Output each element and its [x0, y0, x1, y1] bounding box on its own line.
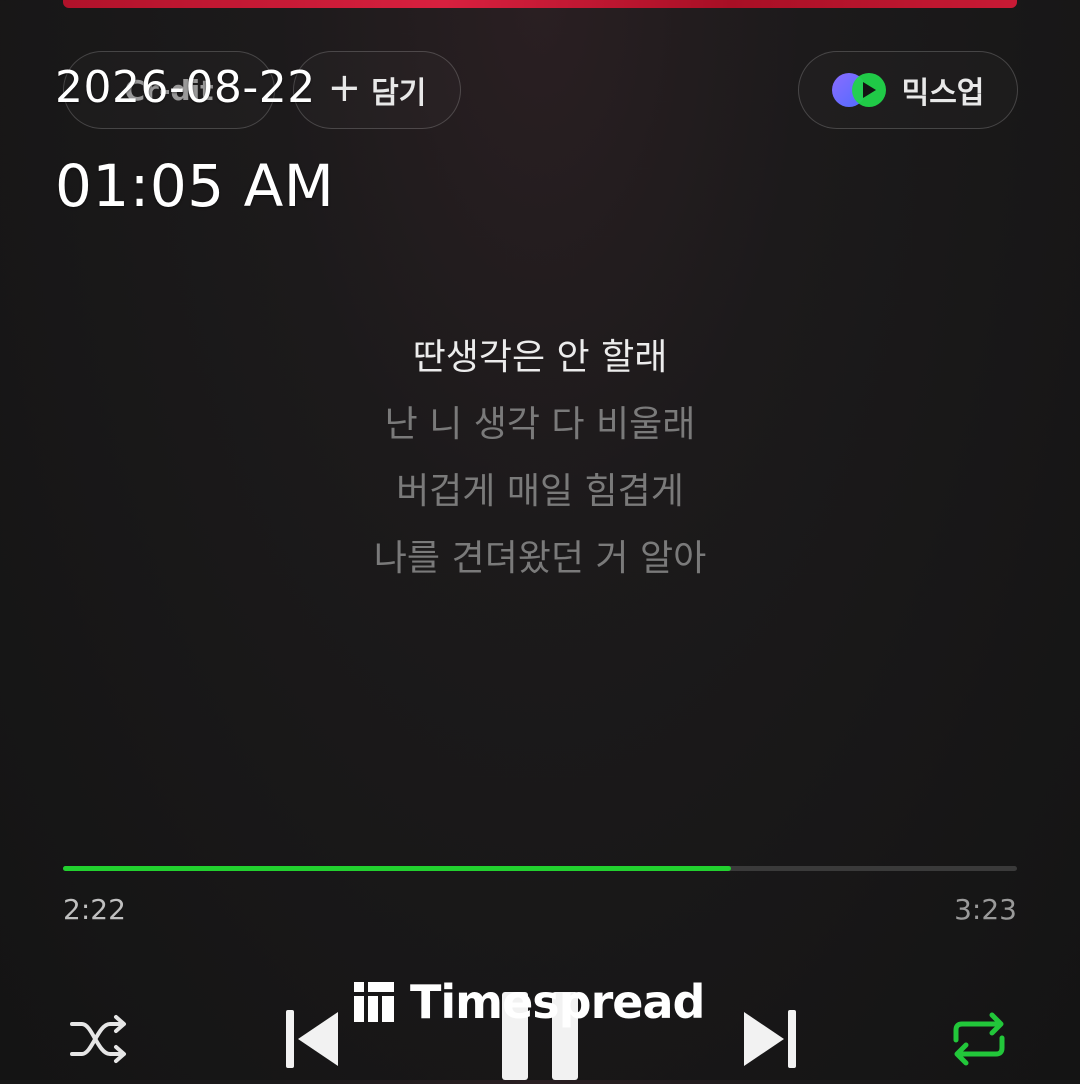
current-time: 2:22 — [63, 893, 126, 926]
overlay-date: 2026-08-22 — [55, 62, 316, 113]
overlay-time: 01:05 AM — [55, 152, 335, 220]
previous-track-button[interactable] — [284, 1008, 340, 1070]
lyric-line: 나를 견뎌왔던 거 알아 — [373, 538, 707, 579]
lyrics-view[interactable]: 딴생각은 안 할래 난 니 생각 다 비울래 버겁게 매일 힘겹게 나를 견뎌왔… — [0, 330, 1080, 598]
skip-next-icon — [744, 1010, 796, 1068]
mixup-logo-icon — [831, 70, 890, 110]
repeat-icon — [953, 1012, 1005, 1066]
total-time: 3:23 — [954, 893, 1017, 926]
add-to-playlist-button[interactable]: + 담기 — [293, 51, 461, 129]
album-art-edge — [63, 0, 1017, 8]
watermark-text: Timespread — [410, 975, 705, 1029]
add-label: 담기 — [371, 76, 427, 111]
shuffle-icon — [70, 1015, 126, 1063]
next-track-button[interactable] — [742, 1008, 798, 1070]
timespread-logo-icon — [354, 982, 394, 1022]
repeat-button[interactable] — [948, 1010, 1010, 1068]
skip-previous-icon — [286, 1010, 338, 1068]
lyric-line: 난 니 생각 다 비울래 — [384, 404, 696, 445]
lyric-line-current: 딴생각은 안 할래 — [412, 337, 668, 378]
seek-bar[interactable] — [63, 866, 1017, 871]
seek-bar-progress — [63, 866, 731, 871]
shuffle-button[interactable] — [68, 1014, 130, 1064]
mixup-button[interactable]: 믹스업 — [798, 51, 1018, 129]
watermark: Timespread — [352, 974, 705, 1030]
mixup-label: 믹스업 — [901, 76, 985, 111]
lyric-line: 버겁게 매일 힘겹게 — [396, 471, 684, 512]
plus-icon: + — [327, 65, 362, 111]
